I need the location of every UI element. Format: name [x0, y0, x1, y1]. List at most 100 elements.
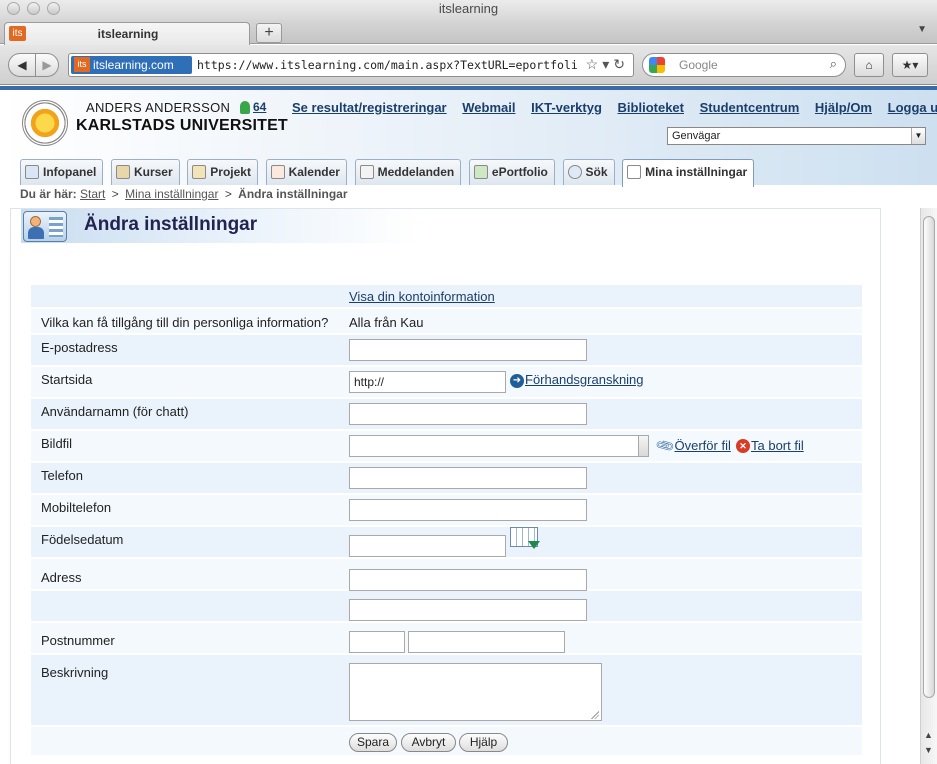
- settings-icon: [627, 165, 642, 179]
- scrollbar-thumb[interactable]: [923, 216, 935, 698]
- address-label: Adress: [41, 570, 82, 585]
- phone-label: Telefon: [41, 468, 83, 483]
- reload-icon[interactable]: ↻: [613, 56, 629, 72]
- top-navigation: Se resultat/registreringar Webmail IKT-v…: [292, 100, 937, 115]
- postal-code-field[interactable]: [349, 631, 405, 653]
- postal-row: Postnummer: [31, 623, 862, 655]
- site-identity-button[interactable]: its itslearning.com: [71, 56, 192, 74]
- address-line1-field[interactable]: [349, 569, 587, 591]
- picture-file-field[interactable]: [349, 435, 639, 457]
- scroll-up-icon[interactable]: ▲: [924, 730, 933, 740]
- delete-icon: ✕: [736, 439, 750, 453]
- bookmarks-button[interactable]: ★▾: [892, 53, 928, 77]
- birthdate-row: Födelsedatum: [31, 527, 862, 559]
- chat-username-field[interactable]: [349, 403, 587, 425]
- mobile-label: Mobiltelefon: [41, 500, 112, 515]
- tab-calendar[interactable]: Kalender: [265, 159, 347, 185]
- breadcrumb-start-link[interactable]: Start: [80, 187, 105, 201]
- page-title: Ändra inställningar: [84, 214, 258, 235]
- description-label: Beskrivning: [41, 665, 109, 680]
- student-center-link[interactable]: Studentcentrum: [700, 100, 800, 115]
- calendar-icon: [270, 165, 285, 179]
- home-icon: [25, 165, 39, 179]
- results-link[interactable]: Se resultat/registreringar: [292, 100, 447, 115]
- mobile-field[interactable]: [349, 499, 587, 521]
- access-row: Vilka kan få tillgång till din personlig…: [31, 309, 862, 335]
- phone-row: Telefon: [31, 463, 862, 495]
- address-line2-field[interactable]: [349, 599, 587, 621]
- main-tabs: Infopanel Kurser Projekt Kalender Meddel…: [20, 159, 758, 187]
- description-textarea[interactable]: [349, 663, 602, 721]
- search-icon[interactable]: ⌕: [830, 56, 837, 72]
- search-bar[interactable]: Google ⌕: [642, 53, 846, 77]
- cancel-button[interactable]: Avbryt: [401, 733, 456, 752]
- magnifier-icon: [567, 165, 582, 179]
- university-name: KARLSTADS UNIVERSITET: [76, 117, 288, 134]
- account-info-link[interactable]: Visa din kontoinformation: [349, 289, 495, 304]
- upload-file-label[interactable]: Överför fil: [675, 438, 731, 453]
- forward-button[interactable]: ▶: [35, 53, 59, 77]
- home-button[interactable]: ⌂: [854, 53, 884, 77]
- breadcrumb-separator: >: [224, 187, 232, 201]
- shortcuts-select-value: Genvägar: [672, 130, 721, 142]
- help-link[interactable]: Hjälp/Om: [815, 100, 872, 115]
- url-bar[interactable]: its itslearning.com https://www.itslearn…: [68, 53, 634, 77]
- eportfolio-icon: [473, 165, 488, 179]
- tab-search[interactable]: Sök: [562, 159, 615, 185]
- star-icon[interactable]: ☆: [586, 56, 603, 72]
- tab-list-icon[interactable]: ▼: [917, 24, 927, 35]
- upload-file-link[interactable]: 📎︎Överför fil: [654, 435, 731, 456]
- birthdate-field[interactable]: [349, 535, 506, 557]
- zoom-window-button[interactable]: [47, 2, 60, 15]
- close-window-button[interactable]: [7, 2, 20, 15]
- save-button[interactable]: Spara: [349, 733, 397, 752]
- tab-eportfolio[interactable]: ePortfolio: [468, 159, 555, 185]
- postal-label: Postnummer: [41, 633, 115, 648]
- online-count-link[interactable]: 64: [253, 100, 266, 114]
- webmail-link[interactable]: Webmail: [462, 100, 515, 115]
- back-icon: ◀: [17, 58, 27, 72]
- arrow-right-icon: ➜: [510, 374, 524, 388]
- search-input[interactable]: Google: [679, 58, 718, 72]
- forward-icon: ▶: [42, 58, 52, 72]
- breadcrumb-prefix: Du är här:: [20, 187, 77, 201]
- logout-link[interactable]: Logga ut: [888, 100, 937, 115]
- minimize-window-button[interactable]: [27, 2, 40, 15]
- scroll-down-icon[interactable]: ▼: [924, 745, 933, 755]
- resize-handle-icon[interactable]: [591, 711, 599, 719]
- ikt-tools-link[interactable]: IKT-verktyg: [531, 100, 602, 115]
- remove-file-link[interactable]: ✕ Ta bort fil: [736, 438, 804, 453]
- access-label: Vilka kan få tillgång till din personlig…: [41, 315, 329, 330]
- tab-courses[interactable]: Kurser: [110, 159, 180, 185]
- breadcrumb: Du är här: Start > Mina inställningar > …: [20, 187, 348, 201]
- browser-tabbar: its itslearning + ▼: [0, 20, 937, 45]
- url-text[interactable]: https://www.itslearning.com/main.aspx?Te…: [197, 58, 577, 72]
- tab-my-settings[interactable]: Mina inställningar: [622, 159, 755, 187]
- email-label: E-postadress: [41, 340, 118, 355]
- postal-city-field[interactable]: [408, 631, 565, 653]
- breadcrumb-settings-link[interactable]: Mina inställningar: [125, 187, 218, 201]
- library-link[interactable]: Biblioteket: [618, 100, 684, 115]
- picture-row: Bildfil 📎︎Överför fil ✕ Ta bort fil: [31, 431, 862, 463]
- google-icon[interactable]: [649, 57, 665, 73]
- vertical-scrollbar[interactable]: ▲ ▼: [920, 208, 937, 764]
- dropdown-icon[interactable]: ▾: [602, 56, 613, 72]
- shortcuts-select[interactable]: Genvägar ▼: [667, 127, 926, 145]
- browser-tab[interactable]: its itslearning: [4, 22, 250, 45]
- email-field[interactable]: [349, 339, 587, 361]
- tab-messages[interactable]: Meddelanden: [354, 159, 462, 185]
- date-picker-icon[interactable]: [510, 527, 540, 549]
- remove-file-label[interactable]: Ta bort fil: [751, 438, 804, 453]
- phone-field[interactable]: [349, 467, 587, 489]
- window-title: itslearning: [438, 1, 499, 16]
- account-info-row: Visa din kontoinformation: [31, 285, 862, 309]
- tab-projects[interactable]: Projekt: [187, 159, 258, 185]
- help-button[interactable]: Hjälp: [459, 733, 508, 752]
- preview-link[interactable]: ➜ Förhandsgranskning: [510, 372, 644, 388]
- startpage-field[interactable]: [349, 371, 506, 393]
- browse-file-button[interactable]: [638, 435, 649, 457]
- preview-link-label[interactable]: Förhandsgranskning: [525, 372, 644, 387]
- new-tab-button[interactable]: +: [256, 23, 282, 43]
- back-button[interactable]: ◀: [8, 53, 36, 77]
- tab-infopanel[interactable]: Infopanel: [20, 159, 104, 185]
